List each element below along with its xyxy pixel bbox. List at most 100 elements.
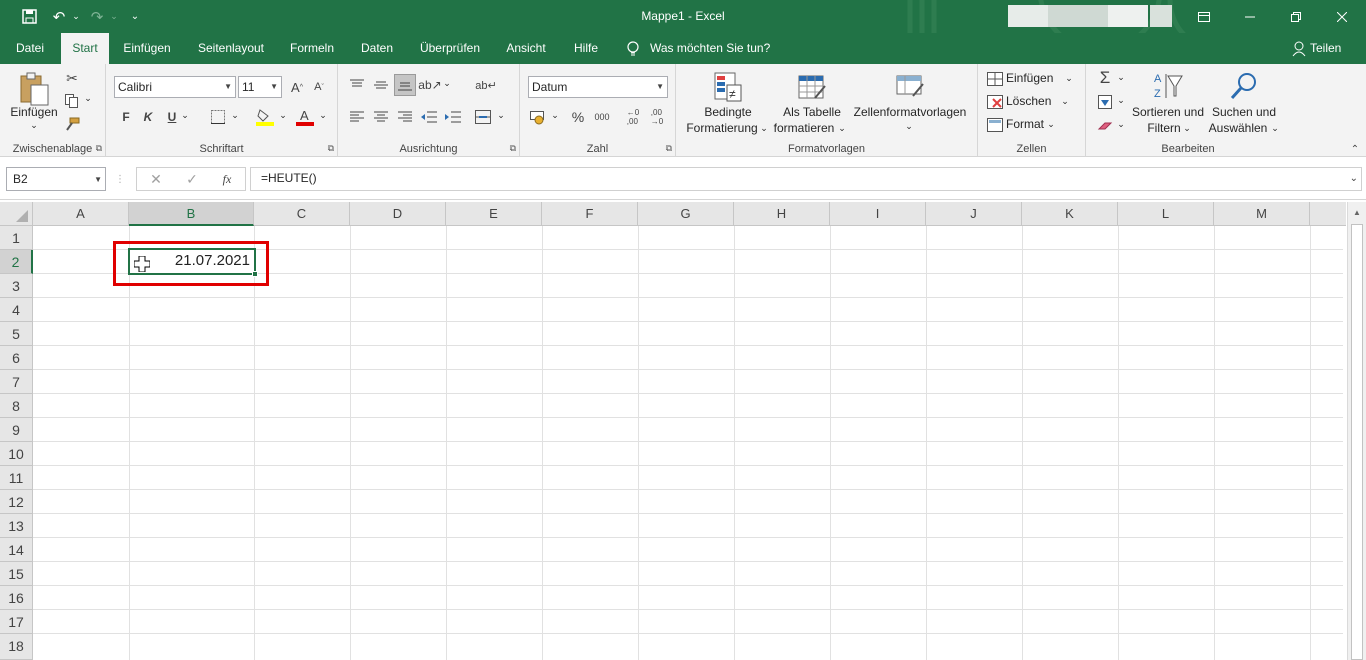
formula-input[interactable]: =HEUTE() ⌄ <box>250 167 1362 191</box>
align-left-icon[interactable] <box>346 106 368 128</box>
clear-dropdown-icon[interactable]: ⌄ <box>1116 119 1126 130</box>
font-launcher-icon[interactable]: ⧉ <box>328 143 334 154</box>
column-header-f[interactable]: F <box>542 202 638 226</box>
name-box[interactable]: B2 ▼ <box>6 167 106 191</box>
scroll-up-icon[interactable]: ▲ <box>1350 206 1364 218</box>
row-header-16[interactable]: 16 <box>0 586 33 610</box>
decrease-decimal-icon[interactable]: ,00 →0 <box>646 106 668 128</box>
insert-cells-label[interactable]: Einfügen <box>1006 71 1053 85</box>
row-header-9[interactable]: 9 <box>0 418 33 442</box>
thousands-separator-button[interactable]: 000 <box>590 106 614 128</box>
sort-filter-label-1[interactable]: Sortieren und <box>1130 105 1206 119</box>
account-avatar-blurred[interactable] <box>1150 5 1172 27</box>
find-select-label-2[interactable]: Auswählen <box>1206 121 1270 135</box>
column-header-k[interactable]: K <box>1022 202 1118 226</box>
collapse-ribbon-icon[interactable]: ⌃ <box>1348 142 1362 156</box>
tab-hilfe[interactable]: Hilfe <box>564 33 608 64</box>
row-header-7[interactable]: 7 <box>0 370 33 394</box>
format-cells-label[interactable]: Format <box>1006 117 1044 131</box>
column-header-g[interactable]: G <box>638 202 734 226</box>
column-header-j[interactable]: J <box>926 202 1022 226</box>
row-header-6[interactable]: 6 <box>0 346 33 370</box>
find-select-icon[interactable] <box>1226 68 1262 104</box>
format-painter-icon[interactable] <box>62 114 82 134</box>
tab-einfuegen[interactable]: Einfügen <box>116 33 178 64</box>
row-header-8[interactable]: 8 <box>0 394 33 418</box>
font-color-icon[interactable]: A <box>294 106 316 128</box>
scrollbar-thumb[interactable] <box>1351 224 1363 660</box>
number-format-dropdown-icon[interactable]: ▼ <box>656 77 664 97</box>
name-box-dropdown-icon[interactable]: ▼ <box>94 169 102 191</box>
row-header-1[interactable]: 1 <box>0 226 33 250</box>
column-header-d[interactable]: D <box>350 202 446 226</box>
delete-cells-label[interactable]: Löschen <box>1006 94 1051 108</box>
format-as-table-icon[interactable] <box>796 70 828 104</box>
alignment-launcher-icon[interactable]: ⧉ <box>510 143 516 154</box>
tell-me-search[interactable]: Was möchten Sie tun? <box>650 33 774 64</box>
align-right-icon[interactable] <box>394 106 416 128</box>
accounting-dropdown-icon[interactable]: ⌄ <box>550 110 560 121</box>
conditional-formatting-icon[interactable]: ≠ <box>712 70 744 104</box>
clipboard-launcher-icon[interactable]: ⧉ <box>96 143 102 154</box>
tab-formeln[interactable]: Formeln <box>282 33 342 64</box>
row-header-5[interactable]: 5 <box>0 322 33 346</box>
tab-datei[interactable]: Datei <box>8 33 52 64</box>
cell-styles-dropdown-icon[interactable]: ⌄ <box>904 121 914 132</box>
align-middle-icon[interactable] <box>370 74 392 96</box>
share-button[interactable]: Teilen <box>1310 33 1346 64</box>
font-color-dropdown-icon[interactable]: ⌄ <box>318 110 328 121</box>
enter-icon[interactable]: ✓ <box>183 170 201 188</box>
merge-dropdown-icon[interactable]: ⌄ <box>496 110 506 121</box>
cut-icon[interactable]: ✂ <box>62 68 82 88</box>
row-header-18[interactable]: 18 <box>0 634 33 660</box>
italic-button[interactable]: K <box>140 108 156 126</box>
borders-icon[interactable] <box>206 108 230 126</box>
number-launcher-icon[interactable]: ⧉ <box>666 143 672 154</box>
format-cells-icon[interactable] <box>986 116 1004 134</box>
worksheet-grid[interactable]: A B C D E F G H I J K L M 1 2 3 4 5 6 7 … <box>0 202 1366 660</box>
sort-filter-dropdown-icon[interactable]: ⌄ <box>1182 123 1192 134</box>
find-select-label-1[interactable]: Suchen und <box>1210 105 1278 119</box>
paste-icon[interactable] <box>14 70 54 108</box>
wrap-text-icon[interactable]: ab↵ <box>474 74 498 96</box>
grow-font-icon[interactable]: A ^ <box>288 78 306 96</box>
font-size-box[interactable]: 11 ▼ <box>238 76 282 98</box>
paste-label[interactable]: Einfügen <box>6 105 62 119</box>
row-header-4[interactable]: 4 <box>0 298 33 322</box>
format-as-table-label-1[interactable]: Als Tabelle <box>774 105 850 119</box>
row-header-17[interactable]: 17 <box>0 610 33 634</box>
conditional-formatting-label-2[interactable]: Formatierung <box>684 121 760 135</box>
row-header-15[interactable]: 15 <box>0 562 33 586</box>
conditional-formatting-dropdown-icon[interactable]: ⌄ <box>760 123 768 134</box>
fill-color-dropdown-icon[interactable]: ⌄ <box>278 110 288 121</box>
align-center-icon[interactable] <box>370 106 392 128</box>
select-all-corner[interactable] <box>0 202 33 226</box>
row-header-3[interactable]: 3 <box>0 274 33 298</box>
align-bottom-icon[interactable] <box>394 74 416 96</box>
row-header-10[interactable]: 10 <box>0 442 33 466</box>
column-header-c[interactable]: C <box>254 202 350 226</box>
borders-dropdown-icon[interactable]: ⌄ <box>230 110 240 121</box>
underline-button[interactable]: U <box>164 108 180 126</box>
copy-icon[interactable] <box>62 91 82 111</box>
tab-seitenlayout[interactable]: Seitenlayout <box>190 33 272 64</box>
cell-styles-label[interactable]: Zellenformatvorlagen <box>848 105 972 119</box>
insert-function-icon[interactable]: fx <box>217 170 237 188</box>
align-top-icon[interactable] <box>346 74 368 96</box>
vertical-scrollbar[interactable]: ▲ <box>1347 202 1366 660</box>
conditional-formatting-label-1[interactable]: Bedingte <box>690 105 766 119</box>
sort-filter-label-2[interactable]: Filtern <box>1144 121 1184 135</box>
delete-cells-icon[interactable] <box>986 93 1004 111</box>
font-size-dropdown-icon[interactable]: ▼ <box>270 77 278 97</box>
delete-cells-dropdown-icon[interactable]: ⌄ <box>1060 96 1070 107</box>
autosum-icon[interactable]: Σ <box>1094 68 1116 88</box>
tab-ueberpruefen[interactable]: Überprüfen <box>412 33 488 64</box>
row-header-11[interactable]: 11 <box>0 466 33 490</box>
column-header-e[interactable]: E <box>446 202 542 226</box>
format-as-table-dropdown-icon[interactable]: ⌄ <box>838 123 846 134</box>
fill-icon[interactable] <box>1094 92 1116 112</box>
find-select-dropdown-icon[interactable]: ⌄ <box>1270 123 1280 134</box>
cancel-icon[interactable]: ✕ <box>147 170 165 188</box>
row-header-12[interactable]: 12 <box>0 490 33 514</box>
merge-center-icon[interactable] <box>472 106 494 128</box>
